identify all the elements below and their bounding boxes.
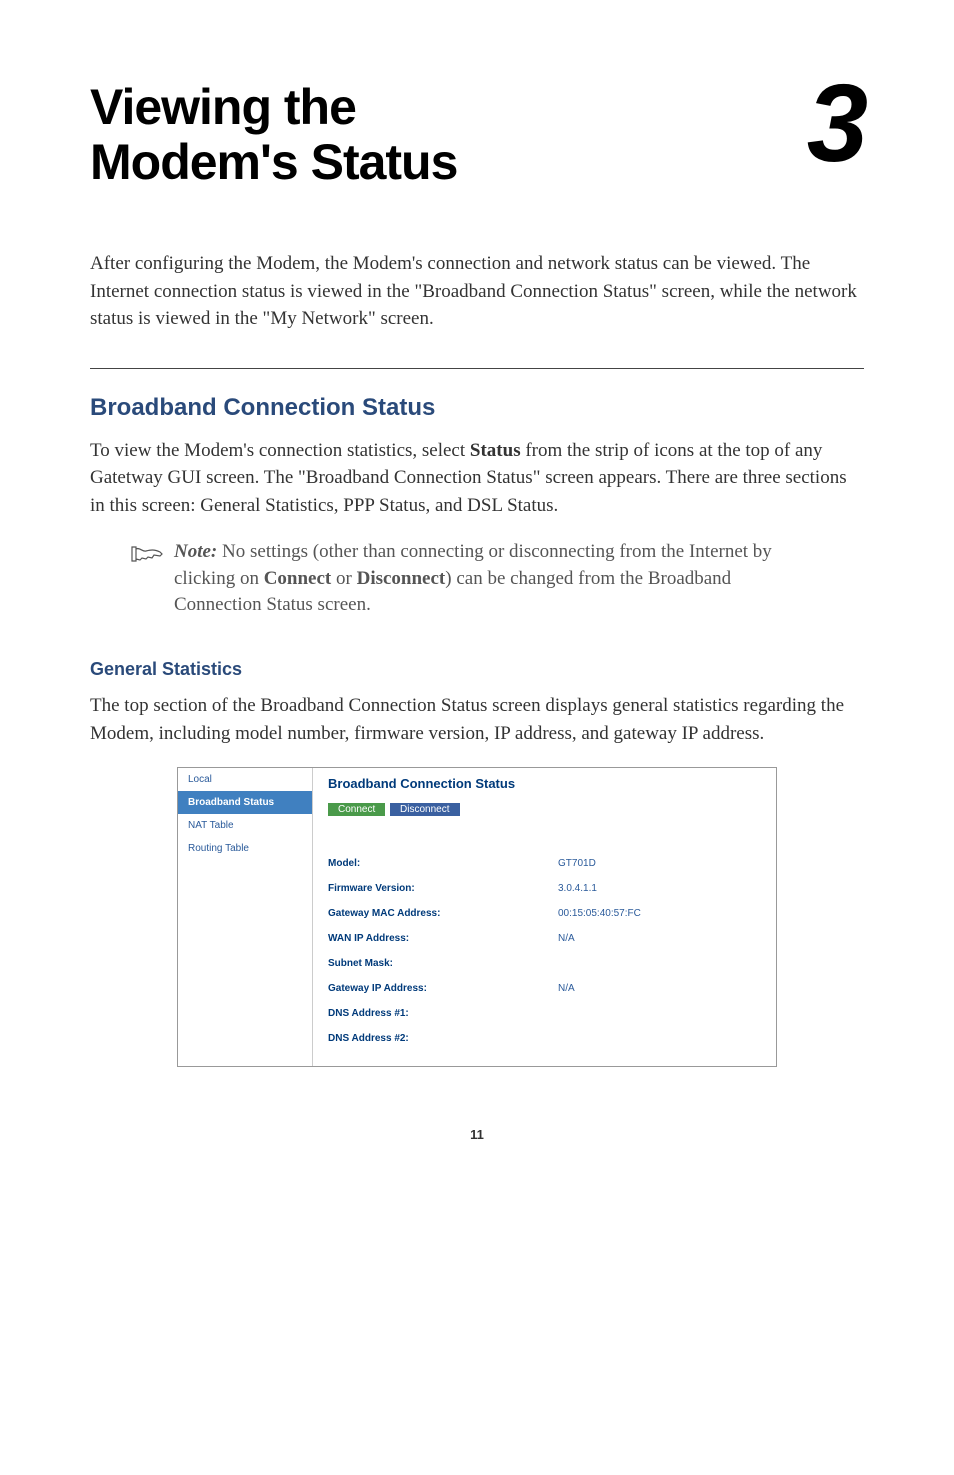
stats-value: N/A — [558, 933, 575, 944]
note-hand-icon — [130, 543, 164, 570]
screenshot-content-title: Broadband Connection Status — [328, 776, 761, 791]
intro-paragraph: After configuring the Modem, the Modem's… — [90, 250, 864, 333]
stats-row-dns1: DNS Address #1: — [328, 1001, 761, 1026]
subsection-heading-general: General Statistics — [90, 659, 864, 680]
note-text: Note: No settings (other than connecting… — [174, 539, 804, 619]
stats-table: Model: GT701D Firmware Version: 3.0.4.1.… — [328, 851, 761, 1051]
connect-button[interactable]: Connect — [328, 803, 385, 816]
screenshot-buttons: Connect Disconnect — [328, 803, 761, 816]
note-b1: Connect — [264, 568, 332, 589]
stats-row-dns2: DNS Address #2: — [328, 1026, 761, 1051]
stats-row-subnet: Subnet Mask: — [328, 951, 761, 976]
note-block: Note: No settings (other than connecting… — [130, 539, 864, 619]
screenshot-sidebar: Local Broadband Status NAT Table Routing… — [178, 768, 313, 1066]
sidebar-item-local[interactable]: Local — [178, 768, 312, 791]
chapter-header: Viewing the Modem's Status 3 — [90, 80, 864, 190]
sidebar-item-nat-table[interactable]: NAT Table — [178, 814, 312, 837]
note-mid: or — [331, 568, 356, 589]
page-number: 11 — [90, 1127, 864, 1142]
stats-label: DNS Address #2: — [328, 1033, 558, 1044]
chapter-number: 3 — [807, 80, 864, 168]
sidebar-item-broadband-status[interactable]: Broadband Status — [178, 791, 312, 814]
note-label: Note: — [174, 541, 217, 562]
stats-row-gatewayip: Gateway IP Address: N/A — [328, 976, 761, 1001]
section-divider — [90, 368, 864, 369]
stats-row-firmware: Firmware Version: 3.0.4.1.1 — [328, 876, 761, 901]
chapter-title: Viewing the Modem's Status — [90, 80, 457, 190]
section-heading-broadband: Broadband Connection Status — [90, 394, 864, 422]
stats-label: Model: — [328, 858, 558, 869]
section-body-pre: To view the Modem's connection statistic… — [90, 440, 470, 461]
screenshot-content: Broadband Connection Status Connect Disc… — [313, 768, 776, 1066]
stats-row-model: Model: GT701D — [328, 851, 761, 876]
section-body: To view the Modem's connection statistic… — [90, 437, 864, 520]
subsection-body: The top section of the Broadband Connect… — [90, 692, 864, 747]
stats-label: Gateway IP Address: — [328, 983, 558, 994]
stats-row-wanip: WAN IP Address: N/A — [328, 926, 761, 951]
chapter-title-line1: Viewing the — [90, 79, 356, 135]
stats-value: 00:15:05:40:57:FC — [558, 908, 641, 919]
stats-label: Subnet Mask: — [328, 958, 558, 969]
screenshot-broadband-status: Local Broadband Status NAT Table Routing… — [177, 767, 777, 1067]
stats-label: Gateway MAC Address: — [328, 908, 558, 919]
sidebar-item-routing-table[interactable]: Routing Table — [178, 837, 312, 860]
stats-label: Firmware Version: — [328, 883, 558, 894]
note-b2: Disconnect — [357, 568, 446, 589]
stats-value: N/A — [558, 983, 575, 994]
stats-value: GT701D — [558, 858, 596, 869]
stats-label: WAN IP Address: — [328, 933, 558, 944]
chapter-title-line2: Modem's Status — [90, 134, 457, 190]
stats-row-mac: Gateway MAC Address: 00:15:05:40:57:FC — [328, 901, 761, 926]
stats-label: DNS Address #1: — [328, 1008, 558, 1019]
disconnect-button[interactable]: Disconnect — [390, 803, 459, 816]
stats-value: 3.0.4.1.1 — [558, 883, 597, 894]
section-body-bold: Status — [470, 440, 521, 461]
